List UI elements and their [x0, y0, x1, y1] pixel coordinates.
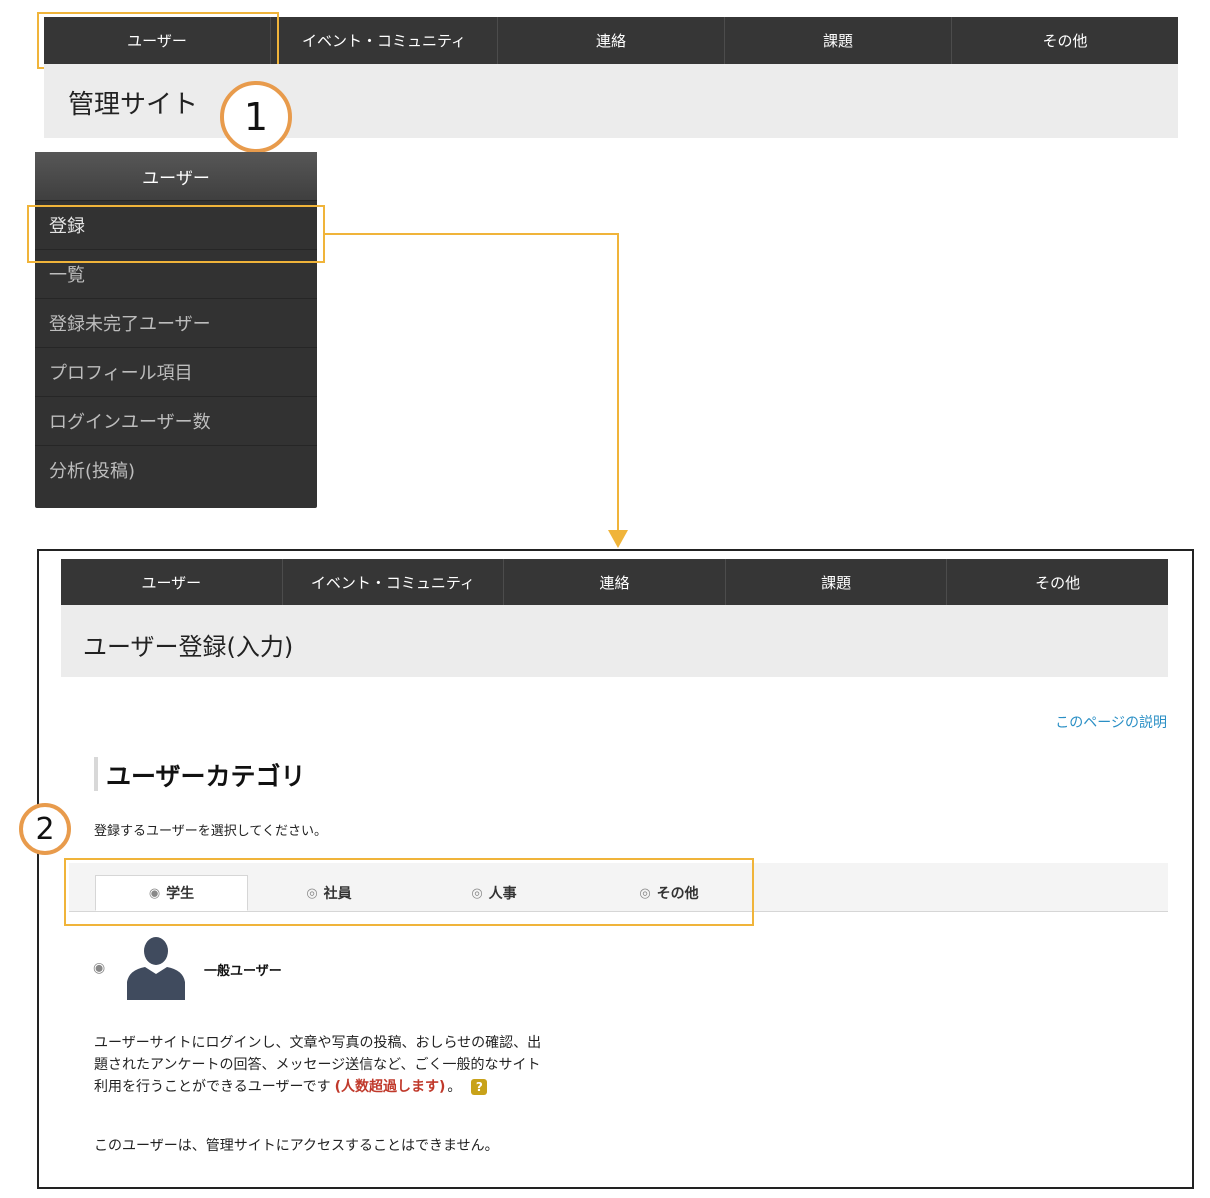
question-badge-icon[interactable]: ?	[471, 1079, 488, 1095]
detail-nav: ユーザー イベント・コミュニティ 連絡 課題 その他	[61, 559, 1168, 605]
detail-nav-other[interactable]: その他	[947, 559, 1168, 605]
description-line-2: 題されたアンケートの回答、メッセージ送信など、ごく一般的なサイト	[94, 1057, 541, 1073]
access-note: このユーザーは、管理サイトにアクセスすることはできません。	[94, 1138, 499, 1154]
user-silhouette-icon	[127, 937, 185, 1000]
nav-contact[interactable]: 連絡	[498, 17, 725, 64]
detail-nav-contact[interactable]: 連絡	[504, 559, 726, 605]
arrow-down-icon	[608, 530, 628, 548]
instruction-text: 登録するユーザーを選択してください。	[94, 824, 327, 839]
page-title: 管理サイト	[68, 90, 199, 120]
description-line-3-text: 利用を行うことができるユーザーです	[94, 1079, 331, 1095]
connector-vertical	[617, 233, 619, 533]
sidebar-item-analysis[interactable]: 分析(投稿)	[35, 445, 317, 494]
section-heading: ユーザーカテゴリ	[106, 762, 306, 791]
highlight-category-tabs	[64, 858, 754, 926]
connector-horizontal	[325, 233, 619, 235]
section-heading-bar	[94, 757, 98, 791]
user-type-label: 一般ユーザー	[204, 964, 282, 979]
highlight-nav-users	[37, 12, 279, 69]
admin-title-bar	[44, 64, 1178, 138]
highlight-register	[27, 205, 325, 263]
sidebar-item-login-count[interactable]: ログインユーザー数	[35, 396, 317, 445]
description-line-1: ユーザーサイトにログインし、文章や写真の投稿、おしらせの確認、出	[94, 1035, 542, 1051]
nav-other[interactable]: その他	[952, 17, 1178, 64]
step-marker-1: 1	[220, 81, 292, 153]
detail-page-title: ユーザー登録(入力)	[83, 633, 294, 661]
help-link[interactable]: このページの説明	[1000, 712, 1167, 732]
sidebar-item-profile-fields[interactable]: プロフィール項目	[35, 347, 317, 396]
description-line-3: 利用を行うことができるユーザーです (人数超過します)。?	[94, 1076, 654, 1098]
detail-nav-events-community[interactable]: イベント・コミュニティ	[283, 559, 505, 605]
detail-nav-tasks[interactable]: 課題	[726, 559, 948, 605]
sidebar-item-incomplete-users[interactable]: 登録未完了ユーザー	[35, 298, 317, 347]
user-description: ユーザーサイトにログインし、文章や写真の投稿、おしらせの確認、出 題されたアンケ…	[94, 1032, 654, 1098]
detail-nav-users[interactable]: ユーザー	[61, 559, 283, 605]
description-period: 。	[447, 1079, 462, 1095]
sidebar-header: ユーザー	[35, 152, 317, 200]
nav-tasks[interactable]: 課題	[725, 17, 952, 64]
step-marker-2: 2	[19, 803, 71, 855]
user-type-radio[interactable]: ◉	[93, 960, 105, 976]
warning-text: (人数超過します)	[334, 1079, 446, 1095]
nav-events-community[interactable]: イベント・コミュニティ	[271, 17, 498, 64]
